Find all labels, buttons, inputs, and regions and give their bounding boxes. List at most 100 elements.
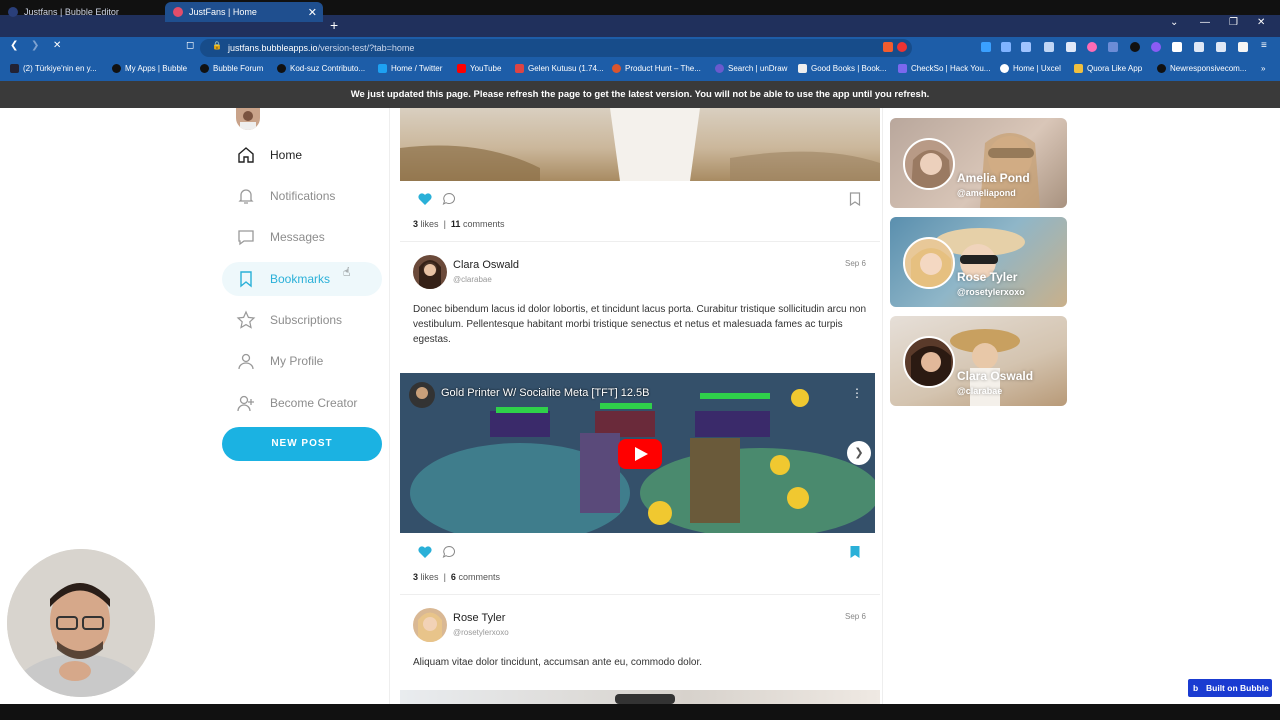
video-title[interactable]: Gold Printer W/ Socialite Meta [TFT] 12.… [441, 387, 649, 399]
bookmark-page-icon[interactable]: ◻ [186, 40, 194, 51]
tab-bubble-editor[interactable]: Justfans | Bubble Editor [0, 2, 165, 22]
post-image[interactable] [400, 108, 880, 181]
bubble-logo-icon: b [1193, 683, 1199, 693]
post-stats: 3 likes | 11 comments [413, 219, 505, 229]
bookmark-item[interactable]: Kod-suz Contributo... [277, 64, 365, 73]
creator-handle: @clarabae [957, 386, 1003, 396]
post-bookmark-icon[interactable] [849, 545, 861, 559]
bookmark-item[interactable]: YouTube [457, 64, 501, 73]
sidebar-item-label: Messages [270, 230, 325, 244]
bubble-favicon-icon [8, 7, 18, 17]
comment-icon[interactable] [442, 545, 456, 559]
mouse-cursor-icon: ☝ [343, 265, 351, 279]
restore-icon[interactable]: ❐ [1229, 17, 1238, 28]
sidebar-item-messages[interactable]: Messages [236, 226, 325, 248]
post-author-avatar[interactable] [413, 608, 447, 642]
channel-avatar[interactable] [409, 382, 435, 408]
profile-icon[interactable] [1238, 42, 1248, 52]
creator-card[interactable]: Rose Tyler @rosetylerxoxo [890, 217, 1067, 307]
sidebar-item-label: Become Creator [270, 396, 358, 410]
url-host: justfans.bubbleapps.io [228, 43, 318, 53]
creator-name: Rose Tyler [957, 270, 1018, 284]
new-tab-icon[interactable]: + [330, 17, 338, 33]
menu-icon[interactable]: ≡ [1261, 40, 1267, 51]
bookmark-item[interactable]: Newresponsivecom... [1157, 64, 1246, 73]
sidebar-item-become-creator[interactable]: Become Creator [236, 392, 357, 414]
minimize-icon[interactable]: — [1200, 17, 1210, 28]
forward-icon[interactable]: ❯ [31, 40, 39, 51]
sidebar-item-notifications[interactable]: Notifications [236, 185, 335, 207]
lock-icon[interactable]: 🔒 [212, 41, 222, 50]
bookmark-item[interactable]: Home | Uxcel [1000, 64, 1061, 73]
bookmark-item[interactable]: Home / Twitter [378, 64, 442, 73]
tab-label: JustFans | Home [189, 7, 257, 17]
brave-shield-icon[interactable] [883, 42, 893, 52]
creator-avatar [903, 336, 955, 388]
sidebar-item-subscriptions[interactable]: Subscriptions [236, 309, 342, 331]
video-more-icon[interactable]: ⋮ [851, 386, 863, 400]
address-bar[interactable]: justfans.bubbleapps.io/version-test/?tab… [200, 39, 912, 57]
post-author-name[interactable]: Clara Oswald [453, 259, 519, 271]
bookmark-item[interactable]: Product Hunt – The... [612, 64, 701, 73]
stop-loading-icon[interactable]: ✕ [53, 40, 61, 51]
bookmark-item[interactable]: Bubble Forum [200, 64, 263, 73]
sidebar-icon[interactable] [1194, 42, 1204, 52]
creator-card[interactable]: Clara Oswald @clarabae [890, 316, 1067, 406]
bookmark-item[interactable]: Quora Like App [1074, 64, 1142, 73]
close-tab-icon[interactable]: ✕ [308, 6, 317, 19]
wallet-icon[interactable] [1216, 42, 1226, 52]
user-avatar[interactable] [236, 108, 260, 130]
sidebar-item-home[interactable]: Home [236, 144, 302, 166]
post-divider [400, 241, 880, 242]
bookmark-item[interactable]: CheckSo | Hack You... [898, 64, 990, 73]
extension-icon[interactable] [1021, 42, 1031, 52]
creator-name: Amelia Pond [957, 171, 1030, 185]
puzzle-icon[interactable] [1172, 42, 1182, 52]
post-author-avatar[interactable] [413, 255, 447, 289]
bookmark-item[interactable]: Search | unDraw [715, 64, 787, 73]
extension-icon[interactable] [981, 42, 991, 52]
extension-icon[interactable] [1151, 42, 1161, 52]
built-on-bubble-badge[interactable]: b Built on Bubble [1188, 679, 1272, 697]
extension-icon[interactable] [1066, 42, 1076, 52]
extension-icon[interactable] [1130, 42, 1140, 52]
tab-label: Justfans | Bubble Editor [24, 7, 119, 17]
comment-icon[interactable] [442, 192, 456, 206]
extension-icon[interactable] [1044, 42, 1054, 52]
bookmark-item[interactable]: Good Books | Book... [798, 64, 886, 73]
more-bookmarks-icon[interactable]: » [1261, 64, 1265, 73]
user-icon [238, 353, 254, 370]
back-icon[interactable]: ❮ [10, 40, 18, 51]
webcam-overlay [7, 549, 155, 697]
creator-avatar [903, 138, 955, 190]
post-bookmark-icon[interactable] [849, 192, 861, 206]
screen-bottom-bar [0, 704, 1280, 720]
extension-icon[interactable] [1087, 42, 1097, 52]
avatar-image [418, 612, 442, 642]
sidebar-item-my-profile[interactable]: My Profile [236, 350, 323, 372]
extension-icon[interactable] [1001, 42, 1011, 52]
close-window-icon[interactable]: ✕ [1257, 17, 1265, 28]
brave-rewards-icon[interactable] [897, 42, 907, 52]
youtube-play-icon[interactable] [618, 439, 662, 469]
bookmark-item[interactable]: (2) Türkiye'nin en y... [10, 64, 97, 73]
like-heart-icon[interactable] [417, 191, 433, 207]
home-icon [238, 147, 254, 163]
bookmark-item[interactable]: My Apps | Bubble [112, 64, 187, 73]
sidebar-item-label: My Profile [270, 354, 324, 368]
post-photo [615, 694, 675, 704]
post-stats: 3 likes | 6 comments [413, 572, 500, 582]
like-heart-icon[interactable] [417, 544, 433, 560]
extension-icon[interactable] [1108, 42, 1118, 52]
carousel-next-icon[interactable]: ❯ [847, 441, 871, 465]
new-post-button[interactable]: NEW POST [222, 427, 382, 461]
post-image[interactable] [400, 690, 880, 704]
bookmark-item[interactable]: Gelen Kutusu (1.74... [515, 64, 604, 73]
presenter-video [7, 549, 155, 697]
tab-search-icon[interactable]: ⌄ [1170, 17, 1178, 28]
creator-card[interactable]: Amelia Pond @ameliapond [890, 118, 1067, 208]
tab-justfans-home[interactable]: JustFans | Home ✕ [165, 2, 323, 22]
creator-name: Clara Oswald [957, 369, 1034, 383]
post-author-name[interactable]: Rose Tyler [453, 612, 505, 624]
sidebar-item-bookmarks[interactable]: Bookmarks [236, 268, 330, 290]
